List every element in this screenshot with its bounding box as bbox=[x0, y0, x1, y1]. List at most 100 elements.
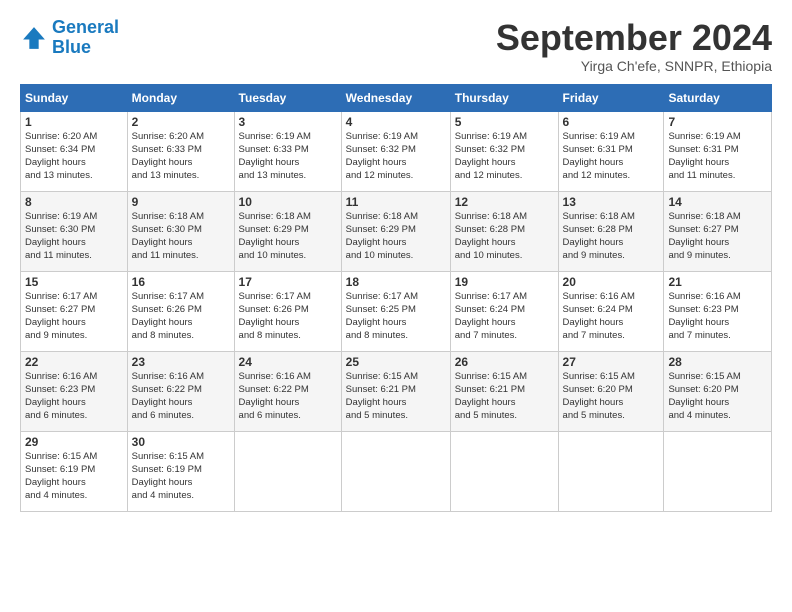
day-info: Sunrise: 6:15 AM Sunset: 6:20 PM Dayligh… bbox=[563, 370, 660, 423]
day-number: 7 bbox=[668, 115, 767, 129]
day-number: 27 bbox=[563, 355, 660, 369]
day-info: Sunrise: 6:16 AM Sunset: 6:22 PM Dayligh… bbox=[239, 370, 337, 423]
calendar-week-5: 29 Sunrise: 6:15 AM Sunset: 6:19 PM Dayl… bbox=[21, 431, 772, 511]
day-info: Sunrise: 6:18 AM Sunset: 6:28 PM Dayligh… bbox=[455, 210, 554, 263]
day-number: 19 bbox=[455, 275, 554, 289]
day-info: Sunrise: 6:17 AM Sunset: 6:26 PM Dayligh… bbox=[239, 290, 337, 343]
header-saturday: Saturday bbox=[664, 84, 772, 111]
table-cell: 19 Sunrise: 6:17 AM Sunset: 6:24 PM Dayl… bbox=[450, 271, 558, 351]
title-block: September 2024 Yirga Ch'efe, SNNPR, Ethi… bbox=[496, 18, 772, 74]
logo-line2: Blue bbox=[52, 37, 91, 57]
day-number: 1 bbox=[25, 115, 123, 129]
day-info: Sunrise: 6:19 AM Sunset: 6:32 PM Dayligh… bbox=[346, 130, 446, 183]
day-number: 29 bbox=[25, 435, 123, 449]
day-info: Sunrise: 6:17 AM Sunset: 6:24 PM Dayligh… bbox=[455, 290, 554, 343]
table-cell bbox=[234, 431, 341, 511]
day-info: Sunrise: 6:17 AM Sunset: 6:26 PM Dayligh… bbox=[132, 290, 230, 343]
day-number: 14 bbox=[668, 195, 767, 209]
day-info: Sunrise: 6:19 AM Sunset: 6:32 PM Dayligh… bbox=[455, 130, 554, 183]
day-info: Sunrise: 6:19 AM Sunset: 6:31 PM Dayligh… bbox=[668, 130, 767, 183]
day-number: 25 bbox=[346, 355, 446, 369]
day-info: Sunrise: 6:18 AM Sunset: 6:29 PM Dayligh… bbox=[346, 210, 446, 263]
calendar-week-1: 1 Sunrise: 6:20 AM Sunset: 6:34 PM Dayli… bbox=[21, 111, 772, 191]
logo-text: General Blue bbox=[52, 18, 119, 58]
day-number: 16 bbox=[132, 275, 230, 289]
calendar-table: Sunday Monday Tuesday Wednesday Thursday… bbox=[20, 84, 772, 512]
table-cell: 18 Sunrise: 6:17 AM Sunset: 6:25 PM Dayl… bbox=[341, 271, 450, 351]
day-info: Sunrise: 6:15 AM Sunset: 6:19 PM Dayligh… bbox=[25, 450, 123, 503]
day-number: 24 bbox=[239, 355, 337, 369]
header-sunday: Sunday bbox=[21, 84, 128, 111]
logo-icon bbox=[20, 24, 48, 52]
day-info: Sunrise: 6:16 AM Sunset: 6:22 PM Dayligh… bbox=[132, 370, 230, 423]
day-info: Sunrise: 6:15 AM Sunset: 6:21 PM Dayligh… bbox=[346, 370, 446, 423]
table-cell: 26 Sunrise: 6:15 AM Sunset: 6:21 PM Dayl… bbox=[450, 351, 558, 431]
day-number: 8 bbox=[25, 195, 123, 209]
table-cell: 8 Sunrise: 6:19 AM Sunset: 6:30 PM Dayli… bbox=[21, 191, 128, 271]
table-cell: 27 Sunrise: 6:15 AM Sunset: 6:20 PM Dayl… bbox=[558, 351, 664, 431]
day-number: 12 bbox=[455, 195, 554, 209]
day-number: 11 bbox=[346, 195, 446, 209]
day-number: 28 bbox=[668, 355, 767, 369]
day-number: 9 bbox=[132, 195, 230, 209]
table-cell: 11 Sunrise: 6:18 AM Sunset: 6:29 PM Dayl… bbox=[341, 191, 450, 271]
table-cell: 30 Sunrise: 6:15 AM Sunset: 6:19 PM Dayl… bbox=[127, 431, 234, 511]
day-number: 18 bbox=[346, 275, 446, 289]
day-number: 17 bbox=[239, 275, 337, 289]
table-cell: 9 Sunrise: 6:18 AM Sunset: 6:30 PM Dayli… bbox=[127, 191, 234, 271]
day-number: 26 bbox=[455, 355, 554, 369]
day-number: 10 bbox=[239, 195, 337, 209]
table-cell: 7 Sunrise: 6:19 AM Sunset: 6:31 PM Dayli… bbox=[664, 111, 772, 191]
table-cell: 4 Sunrise: 6:19 AM Sunset: 6:32 PM Dayli… bbox=[341, 111, 450, 191]
day-info: Sunrise: 6:18 AM Sunset: 6:27 PM Dayligh… bbox=[668, 210, 767, 263]
day-number: 6 bbox=[563, 115, 660, 129]
day-info: Sunrise: 6:17 AM Sunset: 6:25 PM Dayligh… bbox=[346, 290, 446, 343]
table-cell bbox=[341, 431, 450, 511]
day-number: 4 bbox=[346, 115, 446, 129]
day-info: Sunrise: 6:18 AM Sunset: 6:30 PM Dayligh… bbox=[132, 210, 230, 263]
calendar-week-2: 8 Sunrise: 6:19 AM Sunset: 6:30 PM Dayli… bbox=[21, 191, 772, 271]
month-title: September 2024 bbox=[496, 18, 772, 58]
table-cell: 15 Sunrise: 6:17 AM Sunset: 6:27 PM Dayl… bbox=[21, 271, 128, 351]
day-info: Sunrise: 6:19 AM Sunset: 6:30 PM Dayligh… bbox=[25, 210, 123, 263]
table-cell: 28 Sunrise: 6:15 AM Sunset: 6:20 PM Dayl… bbox=[664, 351, 772, 431]
header-thursday: Thursday bbox=[450, 84, 558, 111]
header-wednesday: Wednesday bbox=[341, 84, 450, 111]
calendar-header-row: Sunday Monday Tuesday Wednesday Thursday… bbox=[21, 84, 772, 111]
day-info: Sunrise: 6:19 AM Sunset: 6:31 PM Dayligh… bbox=[563, 130, 660, 183]
day-info: Sunrise: 6:16 AM Sunset: 6:23 PM Dayligh… bbox=[25, 370, 123, 423]
table-cell: 29 Sunrise: 6:15 AM Sunset: 6:19 PM Dayl… bbox=[21, 431, 128, 511]
day-number: 30 bbox=[132, 435, 230, 449]
table-cell: 6 Sunrise: 6:19 AM Sunset: 6:31 PM Dayli… bbox=[558, 111, 664, 191]
table-cell: 22 Sunrise: 6:16 AM Sunset: 6:23 PM Dayl… bbox=[21, 351, 128, 431]
table-cell: 1 Sunrise: 6:20 AM Sunset: 6:34 PM Dayli… bbox=[21, 111, 128, 191]
table-cell: 25 Sunrise: 6:15 AM Sunset: 6:21 PM Dayl… bbox=[341, 351, 450, 431]
table-cell bbox=[450, 431, 558, 511]
day-info: Sunrise: 6:17 AM Sunset: 6:27 PM Dayligh… bbox=[25, 290, 123, 343]
table-cell: 17 Sunrise: 6:17 AM Sunset: 6:26 PM Dayl… bbox=[234, 271, 341, 351]
header-monday: Monday bbox=[127, 84, 234, 111]
calendar-week-3: 15 Sunrise: 6:17 AM Sunset: 6:27 PM Dayl… bbox=[21, 271, 772, 351]
day-number: 22 bbox=[25, 355, 123, 369]
day-info: Sunrise: 6:20 AM Sunset: 6:33 PM Dayligh… bbox=[132, 130, 230, 183]
logo: General Blue bbox=[20, 18, 119, 58]
header-tuesday: Tuesday bbox=[234, 84, 341, 111]
table-cell: 12 Sunrise: 6:18 AM Sunset: 6:28 PM Dayl… bbox=[450, 191, 558, 271]
day-number: 21 bbox=[668, 275, 767, 289]
day-number: 13 bbox=[563, 195, 660, 209]
day-info: Sunrise: 6:18 AM Sunset: 6:29 PM Dayligh… bbox=[239, 210, 337, 263]
table-cell: 2 Sunrise: 6:20 AM Sunset: 6:33 PM Dayli… bbox=[127, 111, 234, 191]
table-cell: 24 Sunrise: 6:16 AM Sunset: 6:22 PM Dayl… bbox=[234, 351, 341, 431]
page: General Blue September 2024 Yirga Ch'efe… bbox=[0, 0, 792, 522]
day-info: Sunrise: 6:15 AM Sunset: 6:20 PM Dayligh… bbox=[668, 370, 767, 423]
table-cell: 21 Sunrise: 6:16 AM Sunset: 6:23 PM Dayl… bbox=[664, 271, 772, 351]
table-cell: 23 Sunrise: 6:16 AM Sunset: 6:22 PM Dayl… bbox=[127, 351, 234, 431]
table-cell: 10 Sunrise: 6:18 AM Sunset: 6:29 PM Dayl… bbox=[234, 191, 341, 271]
day-number: 3 bbox=[239, 115, 337, 129]
day-info: Sunrise: 6:16 AM Sunset: 6:24 PM Dayligh… bbox=[563, 290, 660, 343]
table-cell: 16 Sunrise: 6:17 AM Sunset: 6:26 PM Dayl… bbox=[127, 271, 234, 351]
table-cell bbox=[558, 431, 664, 511]
logo-line1: General bbox=[52, 17, 119, 37]
day-number: 15 bbox=[25, 275, 123, 289]
header-friday: Friday bbox=[558, 84, 664, 111]
